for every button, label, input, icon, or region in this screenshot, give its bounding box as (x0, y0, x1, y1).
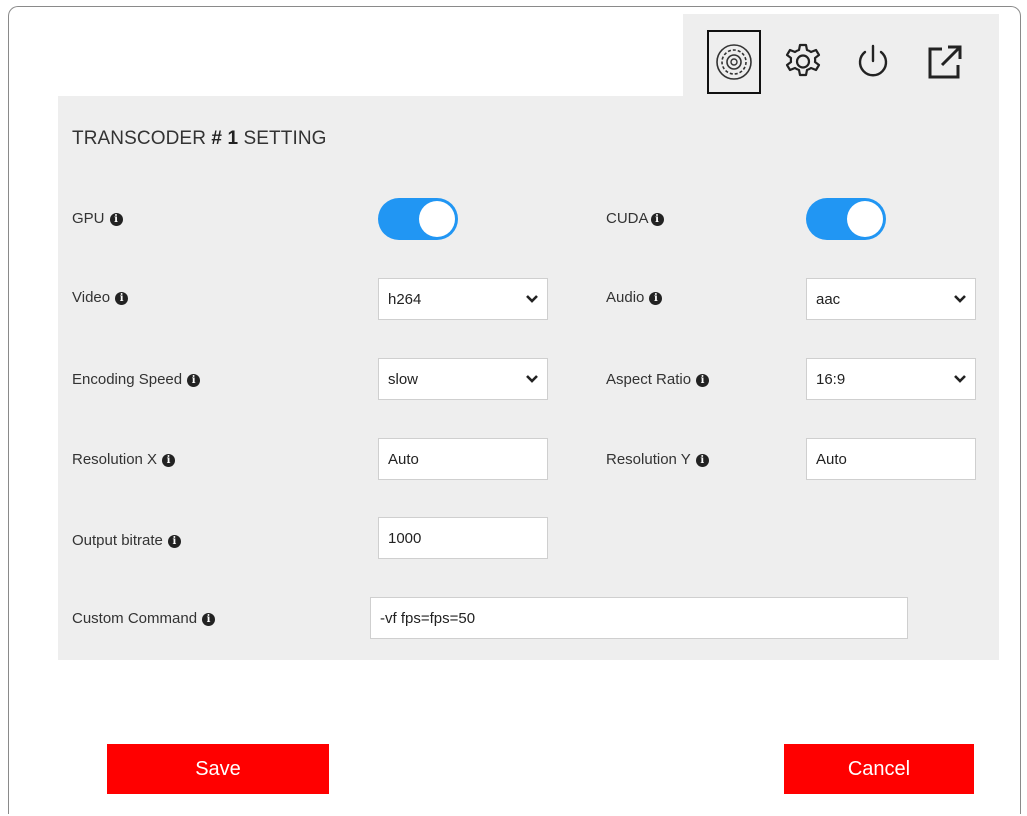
info-icon[interactable]: i (162, 453, 176, 467)
resolution-x-label: Resolution X i (72, 449, 176, 469)
aspect-ratio-label-text: Aspect Ratio (606, 370, 692, 388)
custom-command-value: -vf fps=fps=50 (380, 609, 476, 627)
info-icon[interactable]: i (650, 212, 664, 226)
toggle-knob (847, 201, 883, 237)
gear-icon (782, 41, 824, 83)
aspect-ratio-select-value: 16:9 (816, 370, 846, 388)
resolution-y-input[interactable]: Auto (806, 438, 976, 480)
video-select[interactable]: h264 (378, 278, 548, 320)
custom-command-label-text: Custom Command (72, 609, 198, 627)
output-bitrate-value: 1000 (388, 529, 422, 547)
encoding-speed-label-text: Encoding Speed (72, 370, 183, 388)
encoding-speed-label: Encoding Speed i (72, 369, 201, 389)
video-label-text: Video (72, 288, 111, 306)
info-icon[interactable]: i (115, 291, 129, 305)
video-label: Video i (72, 287, 129, 307)
chevron-down-icon (517, 374, 547, 384)
audio-select-value: aac (816, 290, 841, 308)
custom-command-label: Custom Command i (72, 608, 216, 628)
external-link-button[interactable] (918, 30, 972, 94)
panel-title: TRANSCODER # 1 SETTING (72, 128, 327, 150)
output-bitrate-label: Output bitrate i (72, 530, 181, 550)
output-bitrate-label-text: Output bitrate (72, 531, 163, 549)
video-select-value: h264 (388, 290, 422, 308)
gear-button[interactable] (776, 30, 830, 94)
info-icon[interactable]: i (167, 534, 181, 548)
output-bitrate-input[interactable]: 1000 (378, 517, 548, 559)
title-suffix: SETTING (243, 128, 327, 149)
aspect-ratio-select[interactable]: 16:9 (806, 358, 976, 400)
external-link-icon (924, 41, 966, 83)
info-icon[interactable]: i (109, 212, 123, 226)
info-icon[interactable]: i (187, 373, 201, 387)
info-icon[interactable]: i (649, 291, 663, 305)
power-button[interactable] (846, 30, 900, 94)
chevron-down-icon (945, 374, 975, 384)
gpu-label: GPU i (72, 208, 123, 228)
encoding-speed-select[interactable]: slow (378, 358, 548, 400)
cancel-button[interactable]: Cancel (784, 744, 974, 794)
save-button[interactable]: Save (107, 744, 329, 794)
transcoder-settings-button[interactable] (707, 30, 761, 94)
cuda-label-text: CUDA (606, 209, 649, 227)
audio-label: Audio i (606, 287, 663, 307)
encoding-speed-select-value: slow (388, 370, 419, 388)
resolution-x-value: Auto (388, 450, 419, 468)
resolution-y-value: Auto (816, 450, 847, 468)
chevron-down-icon (945, 294, 975, 304)
resolution-y-label: Resolution Y i (606, 449, 709, 469)
gpu-label-text: GPU (72, 209, 105, 227)
cuda-toggle[interactable] (806, 198, 886, 240)
audio-label-text: Audio (606, 288, 645, 306)
cuda-label: CUDA i (606, 208, 664, 228)
toggle-knob (419, 201, 455, 237)
gpu-toggle[interactable] (378, 198, 458, 240)
power-icon (853, 42, 893, 82)
chevron-down-icon (517, 294, 547, 304)
info-icon[interactable]: i (202, 612, 216, 626)
info-icon[interactable]: i (695, 453, 709, 467)
info-icon[interactable]: i (696, 373, 710, 387)
title-prefix: TRANSCODER (72, 128, 207, 149)
aspect-ratio-label: Aspect Ratio i (606, 369, 710, 389)
resolution-x-label-text: Resolution X (72, 450, 158, 468)
resolution-x-input[interactable]: Auto (378, 438, 548, 480)
custom-command-input[interactable]: -vf fps=fps=50 (370, 597, 908, 639)
audio-select[interactable]: aac (806, 278, 976, 320)
title-number: # 1 (211, 128, 239, 149)
transcoder-settings-icon (714, 42, 754, 82)
resolution-y-label-text: Resolution Y (606, 450, 691, 468)
